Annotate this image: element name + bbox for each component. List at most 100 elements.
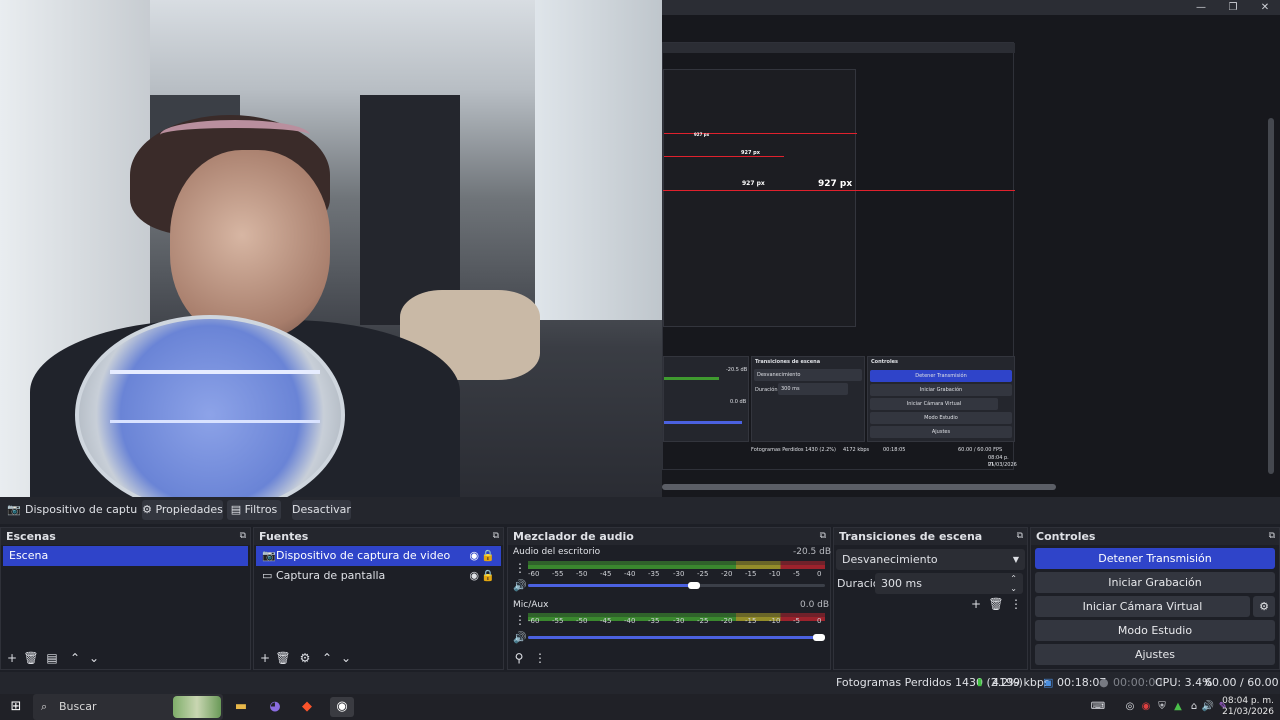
transition-type-select[interactable]: Desvanecimiento ▼ xyxy=(836,549,1025,570)
nested-px-label-small: 927 px xyxy=(741,150,760,156)
clock-date: 21/03/2026 xyxy=(1222,707,1274,717)
meter-tick-label: -55 xyxy=(552,617,564,625)
volume-knob-desktop[interactable] xyxy=(688,582,700,589)
undock-icon[interactable]: ⧉ xyxy=(1017,528,1023,545)
nested-px-label-large: 927 px xyxy=(818,179,853,189)
filter-icon[interactable]: ▤ xyxy=(44,650,60,666)
chevron-up-icon[interactable]: ⌃ xyxy=(319,650,335,666)
scene-item[interactable]: Escena xyxy=(3,546,248,566)
meter-tick-label: -5 xyxy=(793,617,800,625)
search-highlight-image xyxy=(173,696,221,718)
meter-tick-label: -30 xyxy=(673,617,685,625)
filters-button[interactable]: ▤ Filtros xyxy=(227,500,281,520)
gear-icon: ⚙ xyxy=(142,503,152,516)
stream-icon: ▣ xyxy=(1043,676,1054,689)
taskbar-search[interactable]: ⌕ Buscar xyxy=(33,694,223,720)
add-icon[interactable]: + xyxy=(968,596,984,612)
volume-knob-mic[interactable] xyxy=(813,634,825,641)
transitions-title: Transiciones de escena xyxy=(834,528,1027,545)
nested-px-label-tiny: 927 px xyxy=(694,132,710,137)
speaker-icon[interactable]: 🔊 xyxy=(513,631,527,644)
start-recording-button[interactable]: Iniciar Grabación xyxy=(1035,572,1275,593)
record-icon: ● xyxy=(1099,676,1109,689)
deactivate-button[interactable]: Desactivar xyxy=(292,500,351,520)
lock-icon[interactable]: 🔒 xyxy=(481,566,495,586)
settings-button[interactable]: Ajustes xyxy=(1035,644,1275,665)
lock-icon[interactable]: 🔒 xyxy=(481,546,495,566)
eye-icon[interactable]: ◉ xyxy=(469,566,479,586)
undock-icon[interactable]: ⧉ xyxy=(240,528,246,545)
meter-tick-label: -30 xyxy=(673,570,685,578)
search-placeholder: Buscar xyxy=(59,700,97,713)
meter-tick-label: -20 xyxy=(721,570,733,578)
duration-value: 300 ms xyxy=(881,577,922,590)
eye-icon[interactable]: ◉ xyxy=(469,546,479,566)
messenger-icon[interactable]: ◕ xyxy=(265,697,285,717)
trash-icon[interactable]: 🗑 xyxy=(23,650,39,666)
filter-icon: ▤ xyxy=(230,503,242,516)
source-item-video-capture[interactable]: 📷 Dispositivo de captura de video ◉ 🔒 xyxy=(256,546,501,566)
meter-tick-label: -50 xyxy=(576,570,588,578)
restore-icon: ❐ xyxy=(1228,2,1238,13)
menu-dots-icon[interactable]: ⋮ xyxy=(1008,596,1024,612)
taskbar-clock[interactable]: 08:04 p. m. 21/03/2026 xyxy=(1222,696,1274,718)
undock-icon[interactable]: ⧉ xyxy=(1269,528,1275,545)
meter-desktop-peak xyxy=(528,565,825,569)
chevron-up-icon[interactable]: ⌃ xyxy=(67,650,83,666)
screen-capture-feed: 927 px 927 px 927 px 927 px -20.5 dB 0.0… xyxy=(662,42,1017,470)
gear-icon[interactable]: ⚙ xyxy=(297,650,313,666)
meter-tick-label: -15 xyxy=(745,570,757,578)
properties-button[interactable]: ⚙ Propiedades xyxy=(142,500,223,520)
duration-input[interactable]: 300 ms ⌃ ⌄ xyxy=(875,573,1023,594)
close-icon: ✕ xyxy=(1260,2,1270,13)
nested-audio-panel: -20.5 dB 0.0 dB xyxy=(663,356,749,442)
meter-tick-label: -25 xyxy=(697,570,709,578)
transitions-dock: Transiciones de escena ⧉ Desvanecimiento… xyxy=(833,527,1028,670)
add-icon[interactable]: + xyxy=(4,650,20,666)
transition-type-value: Desvanecimiento xyxy=(842,553,938,566)
menu-dots-icon[interactable]: ⋮ xyxy=(514,613,526,627)
meter-ticks-desktop: -60 -55 -50 -45 -40 -35 -30 -25 -20 -15 -10 -5 0 xyxy=(528,570,825,580)
windows-start-icon[interactable]: ⊞ xyxy=(6,697,26,717)
menu-dots-icon[interactable]: ⋮ xyxy=(514,561,526,575)
link-icon[interactable]: ⚲ xyxy=(511,650,527,666)
start-virtual-camera-button[interactable]: Iniciar Cámara Virtual xyxy=(1035,596,1250,617)
menu-dots-icon[interactable]: ⋮ xyxy=(532,650,548,666)
audio-mixer-title: Mezclador de audio xyxy=(508,528,830,545)
speaker-icon[interactable]: 🔊 xyxy=(513,579,527,592)
preview-canvas[interactable]: — ❐ ✕ 927 px 927 px 927 px 927 px -20.5 … xyxy=(0,0,1280,497)
fps: 60.00 / 60.00 FPS xyxy=(1205,676,1279,711)
meter-tick-label: -10 xyxy=(769,617,781,625)
keyboard-icon[interactable]: ⌨ xyxy=(1088,697,1108,717)
virtual-camera-settings-button[interactable]: ⚙ xyxy=(1253,596,1275,617)
channel-db-mic: 0.0 dB xyxy=(800,600,830,610)
undock-icon[interactable]: ⧉ xyxy=(820,528,826,545)
brave-browser-icon[interactable]: ◆ xyxy=(297,697,317,717)
monitor-icon: ▭ xyxy=(262,569,273,582)
add-icon[interactable]: + xyxy=(257,650,273,666)
meter-tick-label: 0 xyxy=(817,570,822,578)
trash-icon[interactable]: 🗑 xyxy=(988,596,1004,612)
file-explorer-icon[interactable]: ▬ xyxy=(231,697,251,717)
source-label: Dispositivo de captura de video xyxy=(276,549,451,562)
stop-stream-button[interactable]: Detener Transmisión xyxy=(1035,548,1275,569)
status-bar: Fotogramas Perdidos 1430 (2.2%) ▮ 4199 k… xyxy=(0,672,1280,711)
trash-icon[interactable]: 🗑 xyxy=(275,650,291,666)
source-item-screen-capture[interactable]: ▭ Captura de pantalla ◉ 🔒 xyxy=(256,566,501,586)
meter-tick-label: -5 xyxy=(793,570,800,578)
chevron-down-icon[interactable]: ⌄ xyxy=(338,650,354,666)
meter-tick-label: -50 xyxy=(576,617,588,625)
undock-icon[interactable]: ⧉ xyxy=(493,528,499,545)
meter-tick-label: -25 xyxy=(697,617,709,625)
properties-label: Propiedades xyxy=(155,503,223,516)
meter-tick-label: -10 xyxy=(769,570,781,578)
studio-mode-button[interactable]: Modo Estudio xyxy=(1035,620,1275,641)
obs-icon[interactable]: ◉ xyxy=(330,697,354,717)
scenes-title: Escenas xyxy=(1,528,250,545)
preview-vertical-scrollbar[interactable] xyxy=(1268,118,1274,474)
meter-tick-label: -35 xyxy=(648,570,660,578)
chevron-down-icon[interactable]: ⌄ xyxy=(86,650,102,666)
preview-horizontal-scrollbar[interactable] xyxy=(662,484,1056,490)
scenes-dock: Escenas ⧉ Escena + 🗑 ▤ ⌃ ⌄ xyxy=(0,527,251,670)
meter-tick-label: 0 xyxy=(817,617,822,625)
